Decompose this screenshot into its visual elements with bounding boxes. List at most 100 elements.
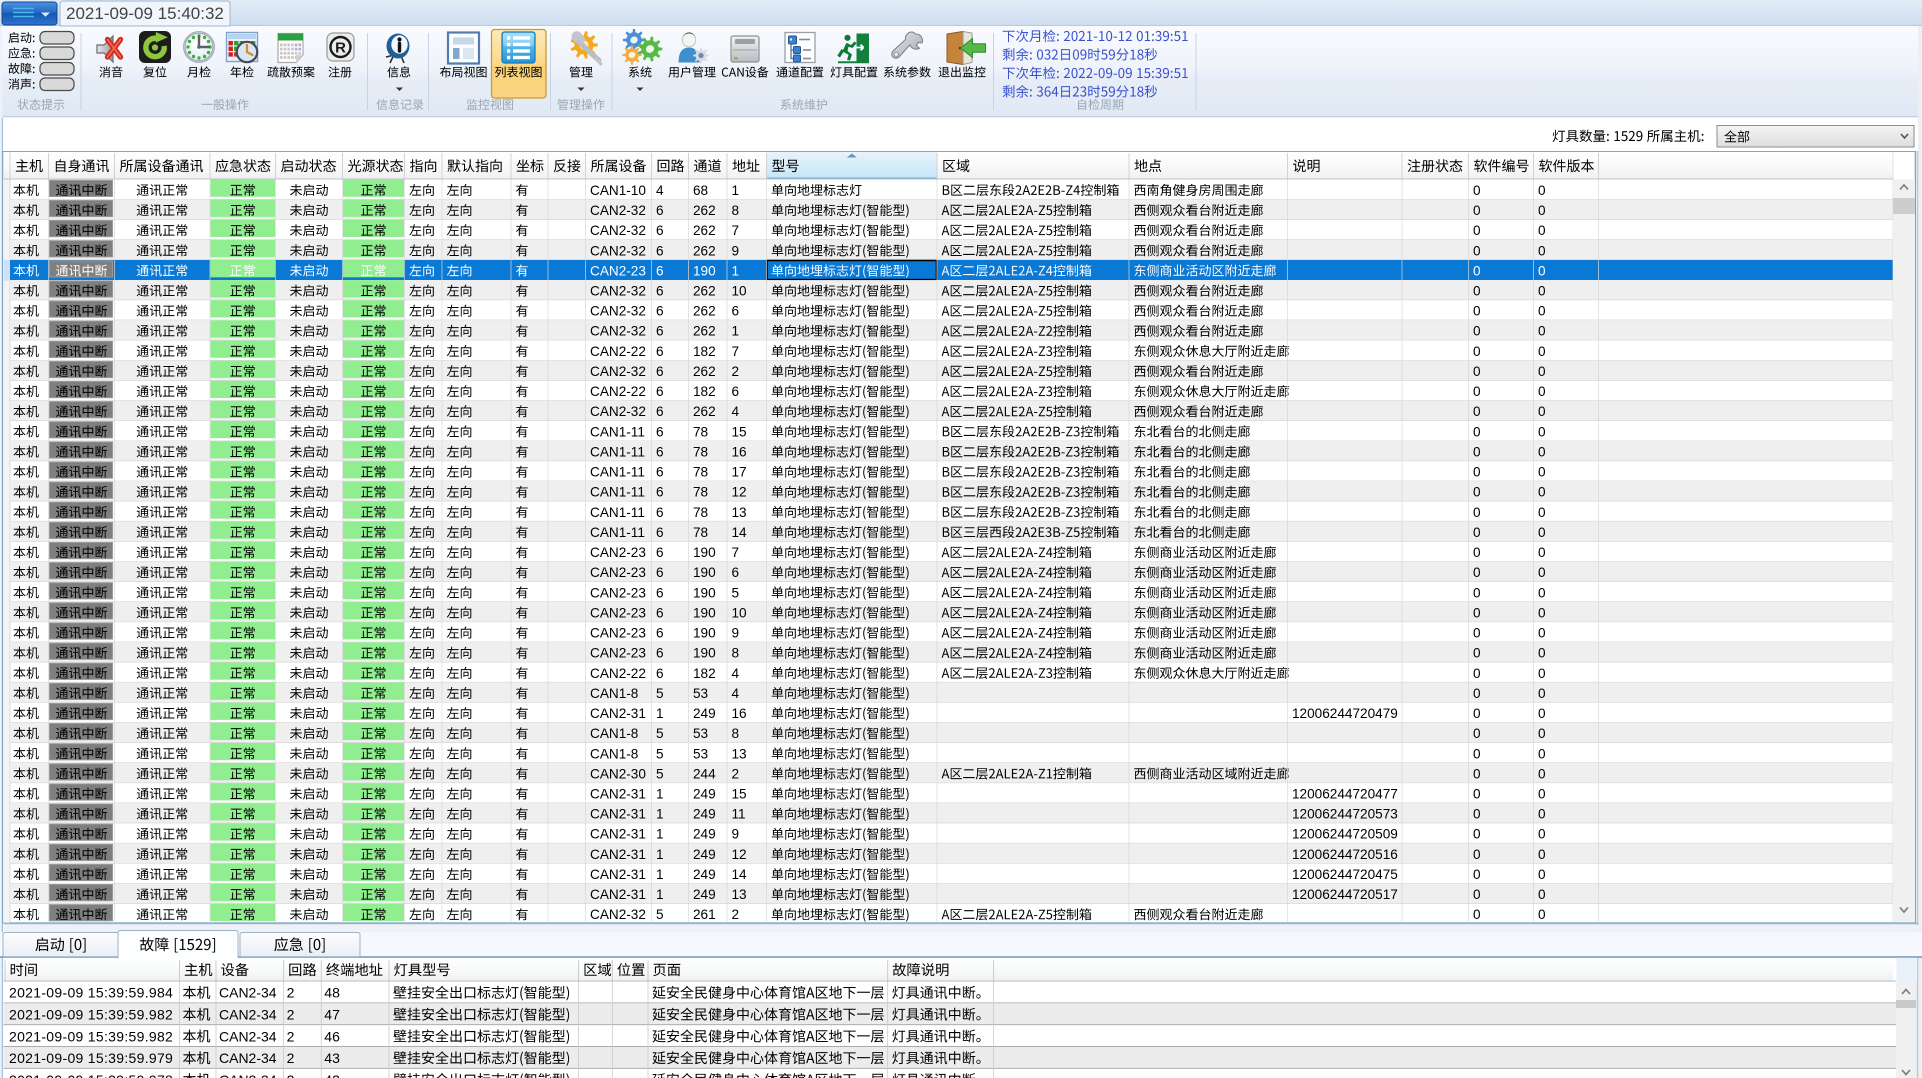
svg-text:0: 0	[1473, 807, 1481, 822]
svg-text:R: R	[335, 40, 346, 57]
svg-text:CAN2-32: CAN2-32	[590, 364, 646, 379]
svg-text:0: 0	[1538, 304, 1546, 319]
svg-text:CAN2-31: CAN2-31	[590, 847, 646, 862]
svg-text:2: 2	[287, 1028, 295, 1044]
svg-text:2: 2	[287, 1007, 295, 1023]
svg-text:CAN2-32: CAN2-32	[590, 304, 646, 319]
svg-text:0: 0	[1473, 907, 1481, 922]
svg-text:190: 190	[693, 565, 716, 580]
svg-text:0: 0	[1473, 505, 1481, 520]
svg-text:0: 0	[1473, 284, 1481, 299]
svg-text:261: 261	[693, 907, 716, 922]
svg-text:CAN2-23: CAN2-23	[590, 585, 646, 600]
svg-text:262: 262	[693, 324, 716, 339]
svg-text:CAN2-32: CAN2-32	[590, 907, 646, 922]
svg-text:CAN1-11: CAN1-11	[590, 445, 645, 460]
svg-text:15: 15	[732, 424, 747, 439]
svg-text:CAN2-31: CAN2-31	[590, 706, 646, 721]
svg-text:0: 0	[1473, 585, 1481, 600]
svg-text:249: 249	[693, 887, 716, 902]
svg-text:CAN1-8: CAN1-8	[590, 746, 638, 761]
svg-text:2021-09-09 15:40:32: 2021-09-09 15:40:32	[66, 4, 224, 23]
svg-text:0: 0	[1538, 827, 1546, 842]
svg-text:CAN1-8: CAN1-8	[590, 726, 638, 741]
svg-text:78: 78	[693, 505, 708, 520]
svg-text:78: 78	[693, 424, 708, 439]
svg-text:6: 6	[732, 304, 740, 319]
svg-text:0: 0	[1473, 525, 1481, 540]
svg-text:12006244720516: 12006244720516	[1292, 847, 1398, 862]
svg-text:CAN1-8: CAN1-8	[590, 686, 638, 701]
svg-text:8: 8	[732, 726, 740, 741]
svg-text:0: 0	[1538, 364, 1546, 379]
svg-text:43: 43	[324, 1050, 340, 1066]
svg-text:0: 0	[1538, 706, 1546, 721]
svg-text:CAN2-23: CAN2-23	[590, 646, 646, 661]
svg-text:12006244720573: 12006244720573	[1292, 807, 1398, 822]
svg-text:6: 6	[656, 626, 664, 641]
svg-text:6: 6	[656, 445, 664, 460]
svg-text:4: 4	[732, 686, 740, 701]
svg-text:0: 0	[1473, 686, 1481, 701]
svg-text:6: 6	[732, 384, 740, 399]
svg-text:1: 1	[656, 847, 664, 862]
svg-text:0: 0	[1538, 505, 1546, 520]
svg-text:190: 190	[693, 263, 716, 278]
svg-text:0: 0	[1538, 686, 1546, 701]
svg-text:262: 262	[693, 304, 716, 319]
svg-text:0: 0	[1538, 384, 1546, 399]
svg-text:CAN2-32: CAN2-32	[590, 243, 646, 258]
svg-text:0: 0	[1473, 626, 1481, 641]
svg-text:8: 8	[732, 646, 740, 661]
svg-text:6: 6	[656, 505, 664, 520]
svg-text:2021-09-09 15:39:59.984: 2021-09-09 15:39:59.984	[9, 985, 173, 1001]
svg-text:6: 6	[656, 666, 664, 681]
svg-text:CAN2-23: CAN2-23	[590, 565, 646, 580]
svg-text:0: 0	[1473, 344, 1481, 359]
svg-text:0: 0	[1473, 485, 1481, 500]
svg-text:42: 42	[324, 1072, 340, 1078]
svg-text:CAN2-34: CAN2-34	[219, 1072, 277, 1078]
svg-text:0: 0	[1538, 424, 1546, 439]
svg-text:0: 0	[1538, 223, 1546, 238]
svg-text:0: 0	[1473, 223, 1481, 238]
svg-text:6: 6	[656, 304, 664, 319]
svg-text:0: 0	[1538, 646, 1546, 661]
svg-text:CAN2-34: CAN2-34	[219, 1050, 277, 1066]
svg-text:0: 0	[1538, 726, 1546, 741]
svg-text:0: 0	[1473, 787, 1481, 802]
svg-text:2021-09-09 15:39:59.982: 2021-09-09 15:39:59.982	[9, 1028, 173, 1044]
svg-text:53: 53	[693, 686, 708, 701]
svg-text:0: 0	[1473, 646, 1481, 661]
svg-text:1: 1	[656, 706, 664, 721]
svg-text:13: 13	[732, 887, 747, 902]
svg-text:CAN2-34: CAN2-34	[219, 1007, 277, 1023]
svg-text:6: 6	[656, 284, 664, 299]
svg-text:0: 0	[1473, 666, 1481, 681]
svg-text:6: 6	[732, 565, 740, 580]
svg-text:6: 6	[656, 646, 664, 661]
svg-text:0: 0	[1473, 263, 1481, 278]
svg-text:0: 0	[1473, 404, 1481, 419]
svg-text:CAN1-11: CAN1-11	[590, 525, 645, 540]
svg-text:2: 2	[732, 766, 740, 781]
svg-text:0: 0	[1538, 344, 1546, 359]
svg-text:0: 0	[1473, 243, 1481, 258]
svg-text:0: 0	[1473, 545, 1481, 560]
svg-text:CAN2-31: CAN2-31	[590, 787, 646, 802]
svg-text:CAN2-34: CAN2-34	[219, 1028, 277, 1044]
svg-text:12: 12	[732, 847, 747, 862]
svg-text:2: 2	[287, 985, 295, 1001]
svg-text:1: 1	[656, 887, 664, 902]
svg-text:0: 0	[1473, 384, 1481, 399]
svg-text:5: 5	[656, 766, 664, 781]
svg-text:249: 249	[693, 807, 716, 822]
svg-text:CAN2-23: CAN2-23	[590, 545, 646, 560]
svg-text:1: 1	[732, 324, 740, 339]
svg-text:78: 78	[693, 465, 708, 480]
svg-text:CAN1-11: CAN1-11	[590, 505, 645, 520]
svg-text:CAN1-10: CAN1-10	[590, 183, 646, 198]
svg-text:4: 4	[656, 183, 664, 198]
svg-text:16: 16	[732, 706, 747, 721]
svg-text:12006244720479: 12006244720479	[1292, 706, 1398, 721]
